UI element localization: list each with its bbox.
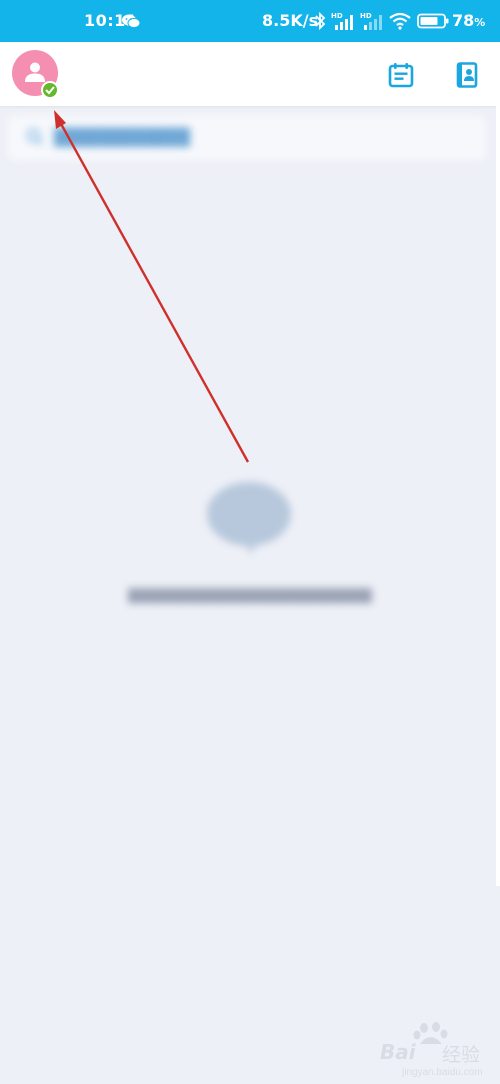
baidu-watermark: Bai 经验 jingyan.baidu.com [372,1022,500,1084]
annotation-arrow [54,110,250,463]
watermark-url: jingyan.baidu.com [402,1067,483,1078]
watermark-brand: Bai [380,1040,416,1064]
watermark-suffix: 经验 [442,1044,481,1066]
